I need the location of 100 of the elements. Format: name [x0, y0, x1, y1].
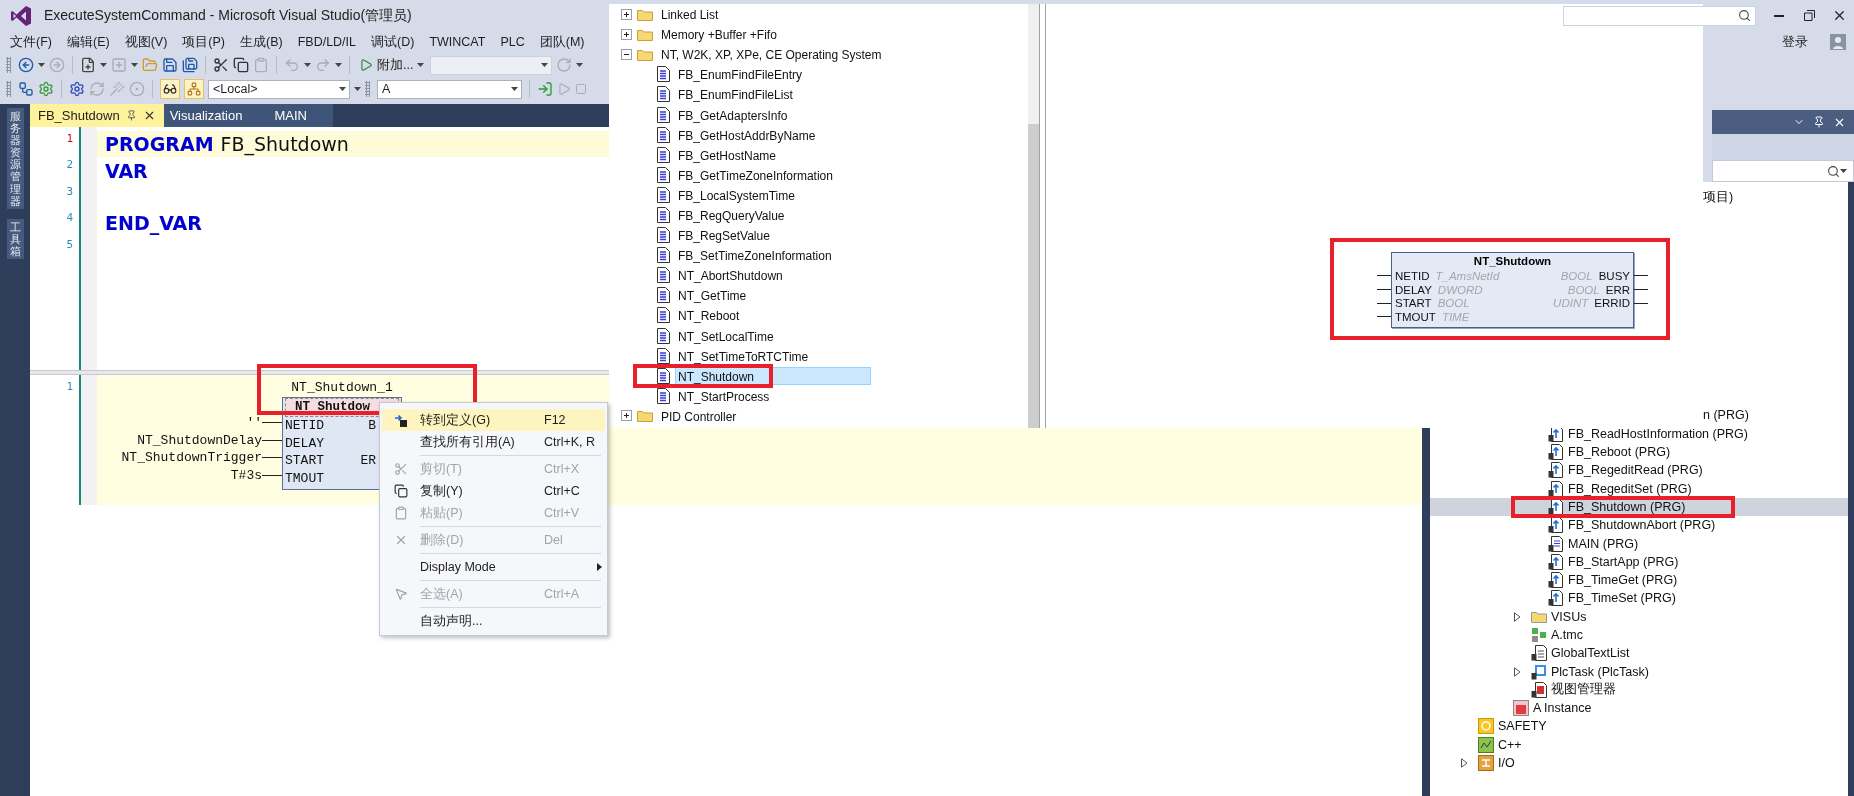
editor-tab[interactable]: FB_Shutdown: [30, 104, 164, 127]
menu-item[interactable]: TWINCAT: [422, 35, 493, 49]
target-dropdown[interactable]: <Local>: [208, 79, 350, 99]
scrollbar-track[interactable]: [1028, 4, 1039, 428]
caret-icon[interactable]: [100, 63, 107, 67]
expander-icon[interactable]: [621, 8, 632, 20]
start-button[interactable]: 附加...: [357, 56, 427, 74]
expander-icon[interactable]: [1461, 758, 1468, 769]
tree-item[interactable]: FB_Reboot (PRG): [1430, 442, 1848, 462]
library-item[interactable]: FB_RegSetValue: [675, 226, 773, 245]
library-item[interactable]: FB_LocalSystemTime: [675, 185, 798, 204]
tree-item[interactable]: PlcTask (PlcTask): [1430, 662, 1848, 681]
menu-item[interactable]: 调试(D): [364, 33, 422, 51]
new-project-icon[interactable]: [80, 57, 96, 73]
pin-icon[interactable]: [125, 110, 137, 121]
library-item[interactable]: NT_GetTime: [675, 286, 750, 305]
caret-icon[interactable]: [304, 63, 311, 67]
library-item[interactable]: FB_GetTimeZoneInformation: [675, 165, 836, 184]
tree-item[interactable]: SAFETY: [1430, 717, 1848, 736]
project-dropdown[interactable]: A: [377, 79, 522, 99]
tree-item[interactable]: 项目): [1703, 188, 1734, 206]
back-icon[interactable]: [18, 57, 34, 73]
cut-icon[interactable]: [213, 57, 229, 73]
expander-icon[interactable]: [1514, 666, 1521, 677]
gear-icon[interactable]: [69, 81, 85, 97]
tree-item[interactable]: FB_StartApp (PRG): [1430, 552, 1848, 571]
menu-item[interactable]: 视图(V): [117, 33, 175, 51]
menu-item[interactable]: 团队(M): [532, 33, 592, 51]
menu-item[interactable]: 文件(F): [3, 33, 59, 51]
menu-item[interactable]: 转到定义(G) F12: [382, 409, 605, 431]
library-item[interactable]: FB_GetHostAddrByName: [675, 125, 819, 144]
quick-launch-field[interactable]: [1563, 5, 1756, 26]
scrollbar-thumb[interactable]: [1028, 124, 1039, 428]
login-icon[interactable]: [537, 81, 553, 97]
library-item[interactable]: NT_StartProcess: [675, 386, 773, 405]
gear-icon[interactable]: [38, 81, 54, 97]
library-item[interactable]: FB_RegQueryValue: [675, 206, 788, 224]
library-item[interactable]: NT_AbortShutdown: [675, 266, 786, 285]
library-folder[interactable]: Memory +Buffer +Fifo: [658, 25, 780, 44]
sign-in-link[interactable]: 登录: [1782, 33, 1808, 51]
menu-item[interactable]: Display Mode: [382, 556, 605, 578]
menu-item[interactable]: PLC: [493, 35, 532, 49]
library-folder[interactable]: Linked List: [658, 5, 722, 24]
side-tab[interactable]: 服务器资源管理器: [6, 108, 24, 209]
tree-item[interactable]: C++: [1430, 735, 1848, 754]
toolbar-grip[interactable]: [6, 81, 11, 97]
search-field[interactable]: [1712, 160, 1854, 182]
expander-icon[interactable]: [1514, 611, 1521, 622]
library-item[interactable]: NT_SetLocalTime: [675, 326, 777, 345]
caret-icon[interactable]: [1840, 169, 1847, 173]
toolbar-grip[interactable]: [365, 81, 370, 97]
menu-item[interactable]: 生成(B): [233, 33, 290, 51]
caret-icon[interactable]: [576, 63, 584, 67]
tree-item[interactable]: GlobalTextList: [1430, 644, 1848, 663]
library-item[interactable]: FB_EnumFindFileEntry: [675, 65, 806, 84]
caret-icon[interactable]: [339, 87, 346, 91]
search-icon[interactable]: [1738, 9, 1751, 22]
tree-item[interactable]: 视图管理器: [1430, 680, 1848, 700]
save-all-icon[interactable]: [182, 57, 198, 73]
expander-icon[interactable]: [621, 410, 632, 422]
expander-icon[interactable]: [621, 28, 632, 40]
caret-icon[interactable]: [131, 63, 138, 67]
pin-icon[interactable]: [1813, 116, 1825, 128]
library-item[interactable]: FB_GetHostName: [675, 145, 780, 164]
tree-icon[interactable]: [18, 81, 34, 97]
toolbar-grip[interactable]: [6, 57, 11, 73]
copy-icon[interactable]: [233, 57, 249, 73]
side-tab[interactable]: 工具箱: [6, 218, 24, 260]
tree-item[interactable]: FB_RegeditRead (PRG): [1430, 461, 1848, 480]
splitter[interactable]: [1039, 4, 1046, 428]
caret-icon[interactable]: [354, 87, 361, 91]
caret-icon[interactable]: [417, 63, 425, 67]
caret-icon[interactable]: [38, 63, 45, 67]
library-item[interactable]: FB_SetTimeZoneInformation: [675, 246, 835, 265]
library-item[interactable]: NT_Reboot: [675, 306, 743, 325]
tree-item[interactable]: FB_RegeditSet (PRG): [1430, 479, 1848, 498]
menu-item[interactable]: FBD/LD/IL: [290, 35, 363, 49]
editor-tab[interactable]: Visualization: [163, 104, 269, 127]
editor-tab[interactable]: MAIN: [268, 104, 333, 127]
tree-item[interactable]: n (PRG): [1703, 408, 1749, 423]
caret-icon[interactable]: [335, 63, 342, 67]
tree-item[interactable]: FB_ShutdownAbort (PRG): [1430, 516, 1848, 535]
menu-item[interactable]: 自动声明...: [382, 610, 605, 632]
tree-item[interactable]: A.tmc: [1430, 625, 1848, 645]
menu-item[interactable]: 项目(P): [175, 33, 232, 51]
caret-icon[interactable]: [541, 63, 549, 67]
tree-item[interactable]: FB_TimeGet (PRG): [1430, 570, 1848, 590]
library-item[interactable]: NT_SetTimeToRTCTime: [675, 346, 812, 365]
library-folder[interactable]: NT, W2K, XP, XPe, CE Operating System: [658, 45, 885, 64]
watch-button[interactable]: [160, 79, 180, 99]
library-item[interactable]: FB_GetAdaptersInfo: [675, 105, 791, 124]
tree-item[interactable]: MAIN (PRG): [1430, 534, 1848, 553]
user-icon[interactable]: [1830, 34, 1846, 50]
tree-item[interactable]: I/O: [1430, 753, 1848, 773]
tree-item[interactable]: A Instance: [1430, 699, 1848, 718]
menu-item[interactable]: 编辑(E): [59, 33, 117, 51]
expander-icon[interactable]: [621, 48, 632, 60]
caret-icon[interactable]: [511, 87, 518, 91]
save-icon[interactable]: [162, 57, 178, 73]
tree-item[interactable]: FB_TimeSet (PRG): [1430, 589, 1848, 608]
